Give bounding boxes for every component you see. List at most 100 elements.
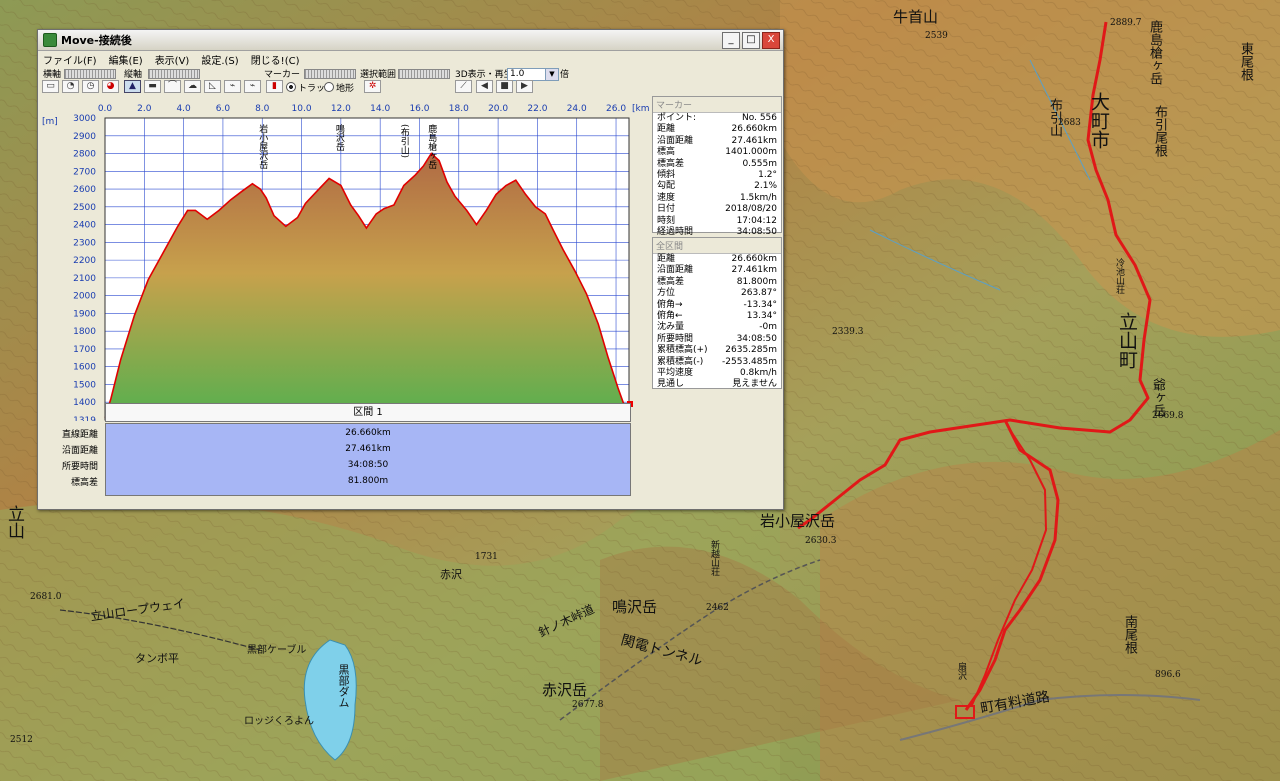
plug-off-icon[interactable]: ⌁	[244, 80, 261, 93]
map-label-kashimayari: 鹿島槍ヶ岳	[1147, 20, 1162, 85]
view-3d-icon[interactable]: ⟋	[455, 80, 472, 93]
hill-icon[interactable]: ⌒	[164, 80, 181, 93]
menu-edit[interactable]: 編集(E)	[109, 52, 143, 67]
move-window[interactable]: Move-接続後 _ □ X ファイル(F) 編集(E) 表示(V) 設定.(S…	[37, 29, 784, 510]
marker-panel-row-value: 1.5km/h	[739, 192, 777, 203]
x-tick-label: 16.0	[409, 104, 429, 114]
mountain-icon[interactable]: ▲	[124, 80, 141, 93]
play-icon[interactable]: ▶	[516, 80, 533, 93]
speed-unit-label: 倍	[560, 70, 570, 80]
horizontal-axis-slider[interactable]	[64, 69, 116, 79]
total-panel-row: 俯角→ -13.34°	[653, 300, 781, 311]
marker-panel-row: 速度 1.5km/h	[653, 193, 781, 204]
total-panel-row-value: 26.660km	[731, 254, 777, 264]
section-title[interactable]: 区間 1	[105, 403, 631, 422]
total-panel-row-label: 見通し	[657, 379, 685, 390]
title-bar[interactable]: Move-接続後 _ □ X	[38, 30, 783, 51]
total-panel-row: 平均速度 0.8km/h	[653, 368, 781, 379]
elevation-profile-chart[interactable]: 0.0 2.0 4.0 6.0 8.0 10.0 12.0 14.0 16.0 18.0 20.0 2…	[38, 96, 650, 421]
y-tick-label: 2600	[73, 185, 96, 195]
x-tick-label: 18.0	[449, 104, 469, 114]
map-label-narusawa-elevation: 2462	[706, 603, 729, 613]
clock-icon[interactable]: ◔	[62, 80, 79, 93]
marker-panel-row-label: 距離	[657, 124, 676, 135]
pie-icon[interactable]: ◕	[102, 80, 119, 93]
stop-icon[interactable]: ■	[496, 80, 513, 93]
marker-slider[interactable]	[304, 69, 356, 79]
menu-settings[interactable]: 設定.(S)	[201, 52, 238, 67]
y-tick-label: 2900	[73, 132, 96, 142]
selection-slider[interactable]	[398, 69, 450, 79]
y-tick-label: 2500	[73, 203, 96, 213]
total-panel-row-label: 所要時間	[657, 333, 694, 344]
toolbar: 横軸 縦軸 マーカー 選択範囲 3D表示・再生 1.0 ▼ 倍 ▭ ◔ ◷ ◕ …	[38, 67, 783, 95]
playback-label: 3D表示・再生	[455, 70, 513, 80]
y-tick-label: 2200	[73, 256, 96, 266]
total-panel-row-value: -13.34°	[743, 299, 777, 310]
slope-icon[interactable]: ◺	[204, 80, 221, 93]
map-label-akazawa-elevation: 2677.8	[572, 700, 604, 710]
chevron-down-icon[interactable]: ▼	[545, 68, 559, 81]
marker-panel-row-value: 27.461km	[731, 135, 777, 146]
y-tick-label: 3000	[73, 114, 96, 124]
radio-terrain[interactable]: 地形	[324, 81, 354, 94]
map-label-tsubakuro-elevation: 2669.8	[1152, 411, 1184, 421]
marker-panel-row-value: 0.555m	[742, 158, 777, 169]
marker-panel-row-label: 沿面距離	[657, 135, 694, 146]
map-label-shinkoshi-hut: 新越山荘	[709, 540, 719, 576]
y-tick-label: 1500	[73, 380, 96, 390]
map-label-nunobiki-ridge: 布引尾根	[1152, 105, 1167, 157]
marker-panel-row-label: 傾斜	[657, 170, 676, 181]
cloud-icon[interactable]: ☁	[184, 80, 201, 93]
map-label-tanbo: タンボ平	[135, 652, 179, 665]
maximize-button[interactable]: □	[742, 31, 760, 49]
y-tick-label: 2400	[73, 221, 96, 231]
line-tool-icon[interactable]: ▭	[42, 80, 59, 93]
section-label-elevdiff: 標高差	[70, 478, 98, 488]
selection-pin-icon[interactable]: ✲	[364, 80, 381, 93]
total-panel-row-label: 累積標高(-)	[657, 356, 704, 367]
total-panel-row-value: 81.800m	[736, 276, 777, 287]
total-panel-row-value: 13.34°	[746, 311, 777, 322]
map-label-akazawa: 赤沢岳	[542, 681, 588, 699]
total-panel-row-label: 沿面距離	[657, 265, 694, 276]
map-label-iwagoya: 岩小屋沢岳	[760, 512, 836, 530]
marker-panel: マーカー ポイント: No. 556 距離 26.660km 沿面距離 27.461km 標…	[652, 96, 782, 237]
clock-plus-icon[interactable]: ◷	[82, 80, 99, 93]
vertical-axis-slider[interactable]	[148, 69, 200, 79]
map-label-elev-2512: 2512	[10, 735, 33, 745]
section-value-elevdiff: 81.800m	[347, 476, 389, 486]
close-button[interactable]: X	[762, 31, 780, 49]
y-axis-unit: [m]	[42, 117, 58, 127]
play-back-icon[interactable]: ◀	[476, 80, 493, 93]
x-axis-unit: [km]	[632, 104, 650, 114]
marker-panel-row-label: 速度	[657, 192, 676, 203]
y-tick-label: 2700	[73, 167, 96, 177]
marker-label: マーカー	[264, 70, 301, 80]
marker-panel-row-label: 標高差	[657, 158, 685, 169]
map-label-iwagoya-elevation: 2630.3	[805, 536, 837, 546]
plug-icon[interactable]: ⌁	[224, 80, 241, 93]
total-panel-row: 所要時間 34:08:50	[653, 334, 781, 345]
marker-pin-icon[interactable]: ▮	[266, 80, 283, 93]
map-label-lodge: ロッジくろよん	[244, 716, 314, 727]
marker-panel-row-value: 2.1%	[754, 181, 777, 192]
total-panel-row-value: 2635.285m	[725, 345, 777, 356]
x-tick-label: 6.0	[216, 104, 231, 114]
marker-panel-row-value: No. 556	[742, 113, 777, 123]
total-panel-row-label: 累積標高(+)	[657, 345, 708, 356]
horizontal-axis-label: 横軸	[43, 70, 62, 80]
minimize-button[interactable]: _	[722, 31, 740, 49]
marker-panel-row: 傾斜 1.2°	[653, 170, 781, 181]
map-label-summit-elevation: 2889.7	[1110, 18, 1142, 28]
marker-panel-row-value: 1.2°	[758, 170, 777, 181]
y-tick-label: 1700	[73, 345, 96, 355]
flat-icon[interactable]: ▬	[144, 80, 161, 93]
menu-file[interactable]: ファイル(F)	[43, 52, 97, 67]
menu-view[interactable]: 表示(V)	[155, 52, 190, 67]
total-panel-row-label: 平均速度	[657, 368, 694, 379]
menu-close[interactable]: 閉じる!(C)	[251, 52, 300, 67]
map-label-kurobe-dam: 黒部ダム	[337, 664, 350, 708]
total-panel-row: 標高差 81.800m	[653, 277, 781, 288]
map-label-higashi-ridge: 東尾根	[1238, 42, 1253, 81]
